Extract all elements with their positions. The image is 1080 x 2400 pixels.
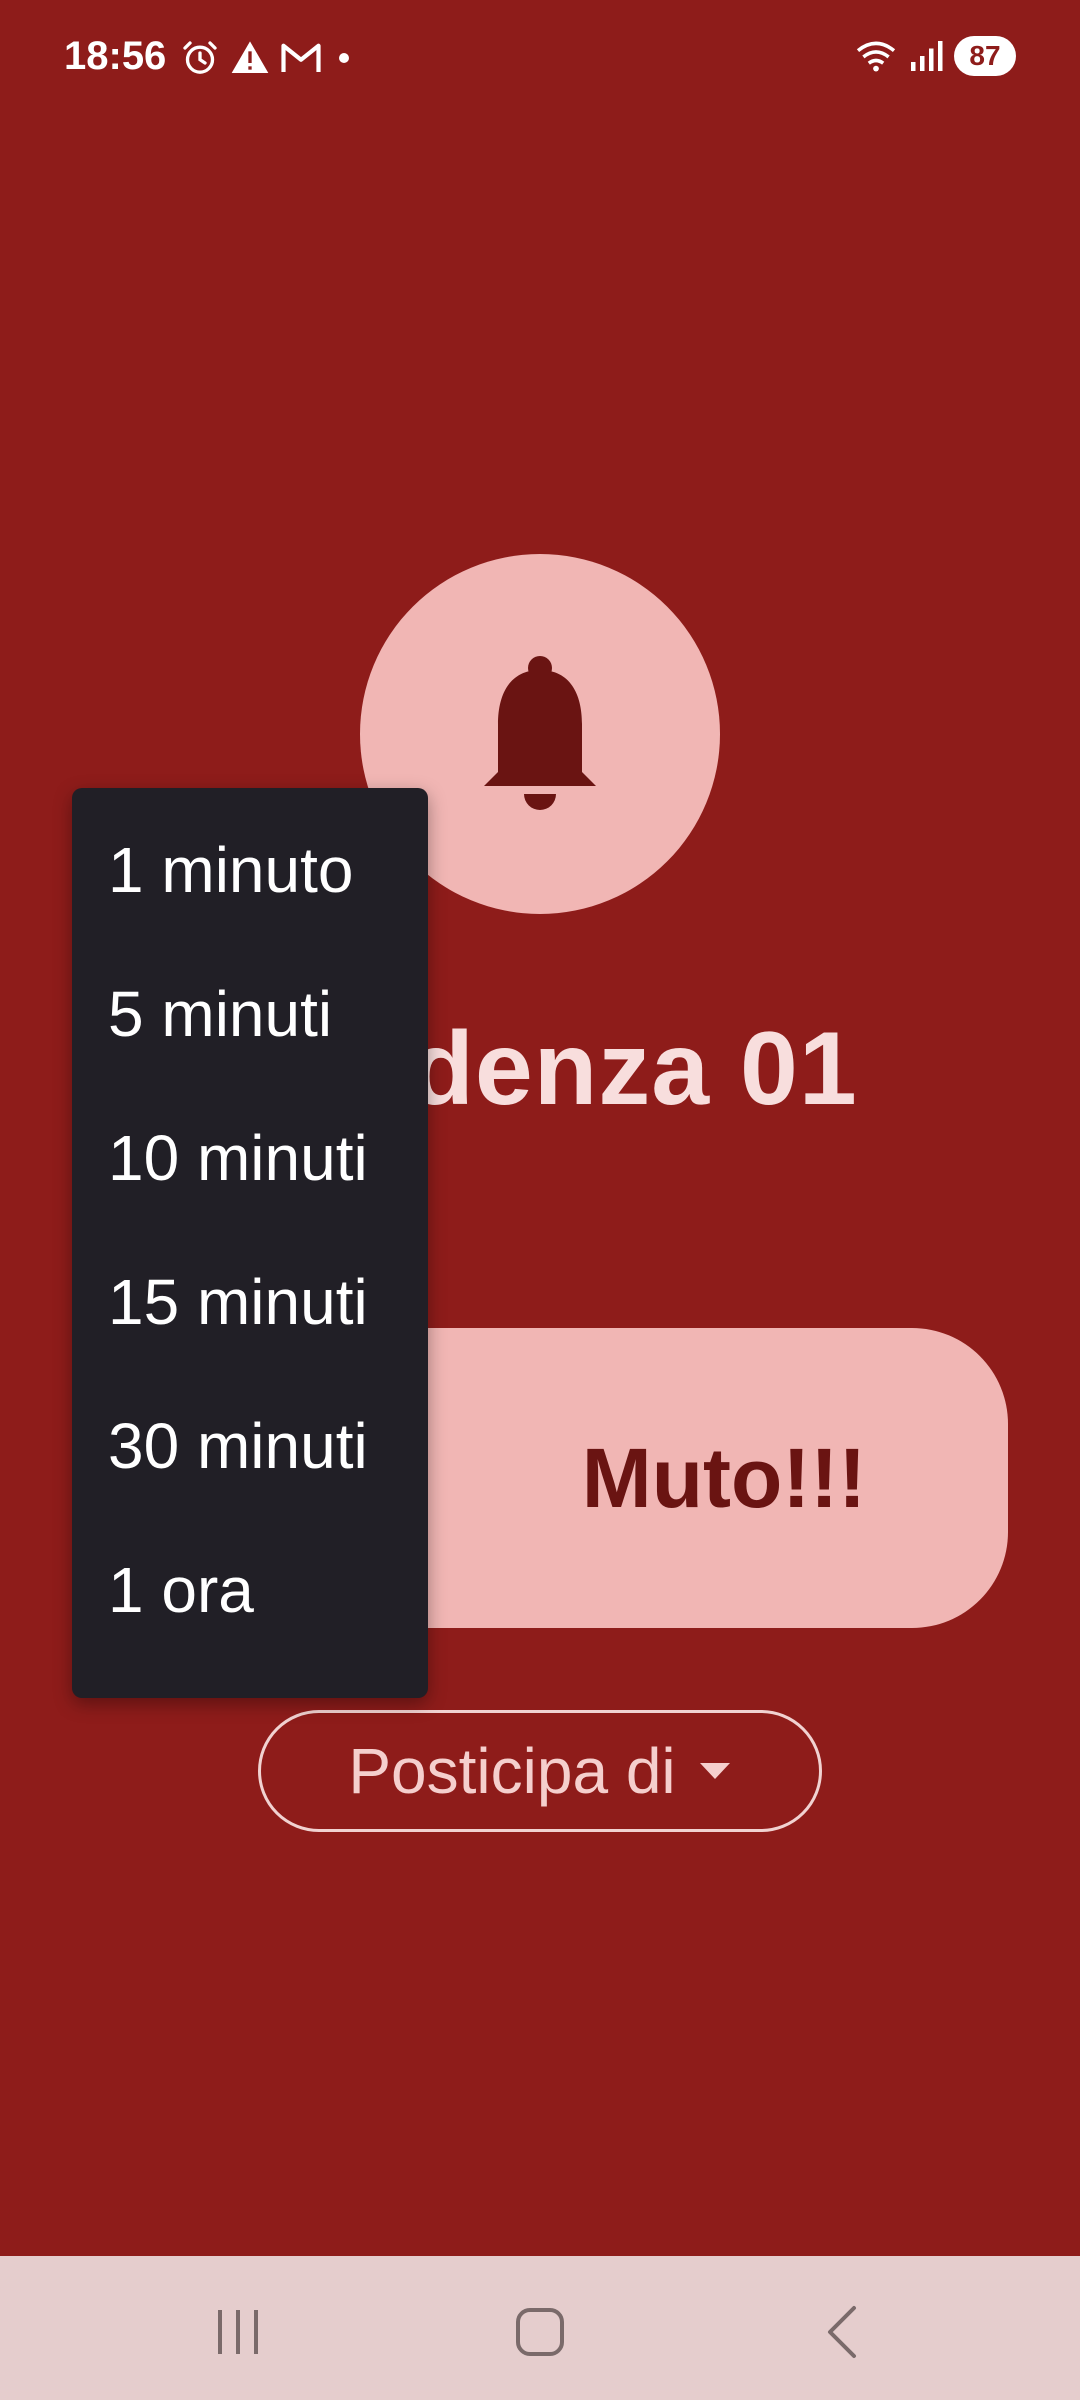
recents-button[interactable] bbox=[198, 2292, 278, 2372]
warning-icon bbox=[231, 41, 269, 73]
notification-dot-icon bbox=[339, 53, 349, 63]
alarm-clock-icon bbox=[183, 41, 217, 74]
snooze-menu: 1 minuto 5 minuti 10 minuti 15 minuti 30… bbox=[72, 788, 428, 1698]
signal-icon bbox=[911, 41, 943, 71]
back-button[interactable] bbox=[802, 2292, 882, 2372]
bell-icon bbox=[484, 656, 596, 810]
recents-icon bbox=[218, 2310, 258, 2354]
dropdown-arrow-icon bbox=[699, 1763, 730, 1779]
wifi-icon bbox=[856, 41, 896, 72]
snooze-option-1-minute[interactable]: 1 minuto bbox=[72, 798, 428, 942]
navigation-bar bbox=[0, 2256, 1080, 2400]
snooze-option-5-minutes[interactable]: 5 minuti bbox=[72, 942, 428, 1086]
snooze-option-1-hour[interactable]: 1 ora bbox=[72, 1518, 428, 1662]
status-bar: 18:56 87 bbox=[0, 0, 1080, 120]
gmail-icon bbox=[281, 43, 321, 72]
snooze-option-10-minutes[interactable]: 10 minuti bbox=[72, 1086, 428, 1230]
home-icon bbox=[516, 2308, 564, 2356]
snooze-option-30-minutes[interactable]: 30 minuti bbox=[72, 1374, 428, 1518]
status-notification-icons bbox=[180, 38, 356, 78]
mute-button-label: Muto!!! bbox=[581, 1430, 867, 1525]
home-button[interactable] bbox=[500, 2292, 580, 2372]
snooze-option-15-minutes[interactable]: 15 minuti bbox=[72, 1230, 428, 1374]
back-icon bbox=[828, 2306, 856, 2358]
postpone-button-label: Posticipa di bbox=[348, 1735, 676, 1807]
status-time: 18:56 bbox=[64, 34, 167, 78]
postpone-dropdown-button[interactable]: Posticipa di bbox=[258, 1710, 822, 1832]
status-system-icons: 87 bbox=[854, 36, 1016, 76]
battery-indicator: 87 bbox=[954, 36, 1016, 76]
